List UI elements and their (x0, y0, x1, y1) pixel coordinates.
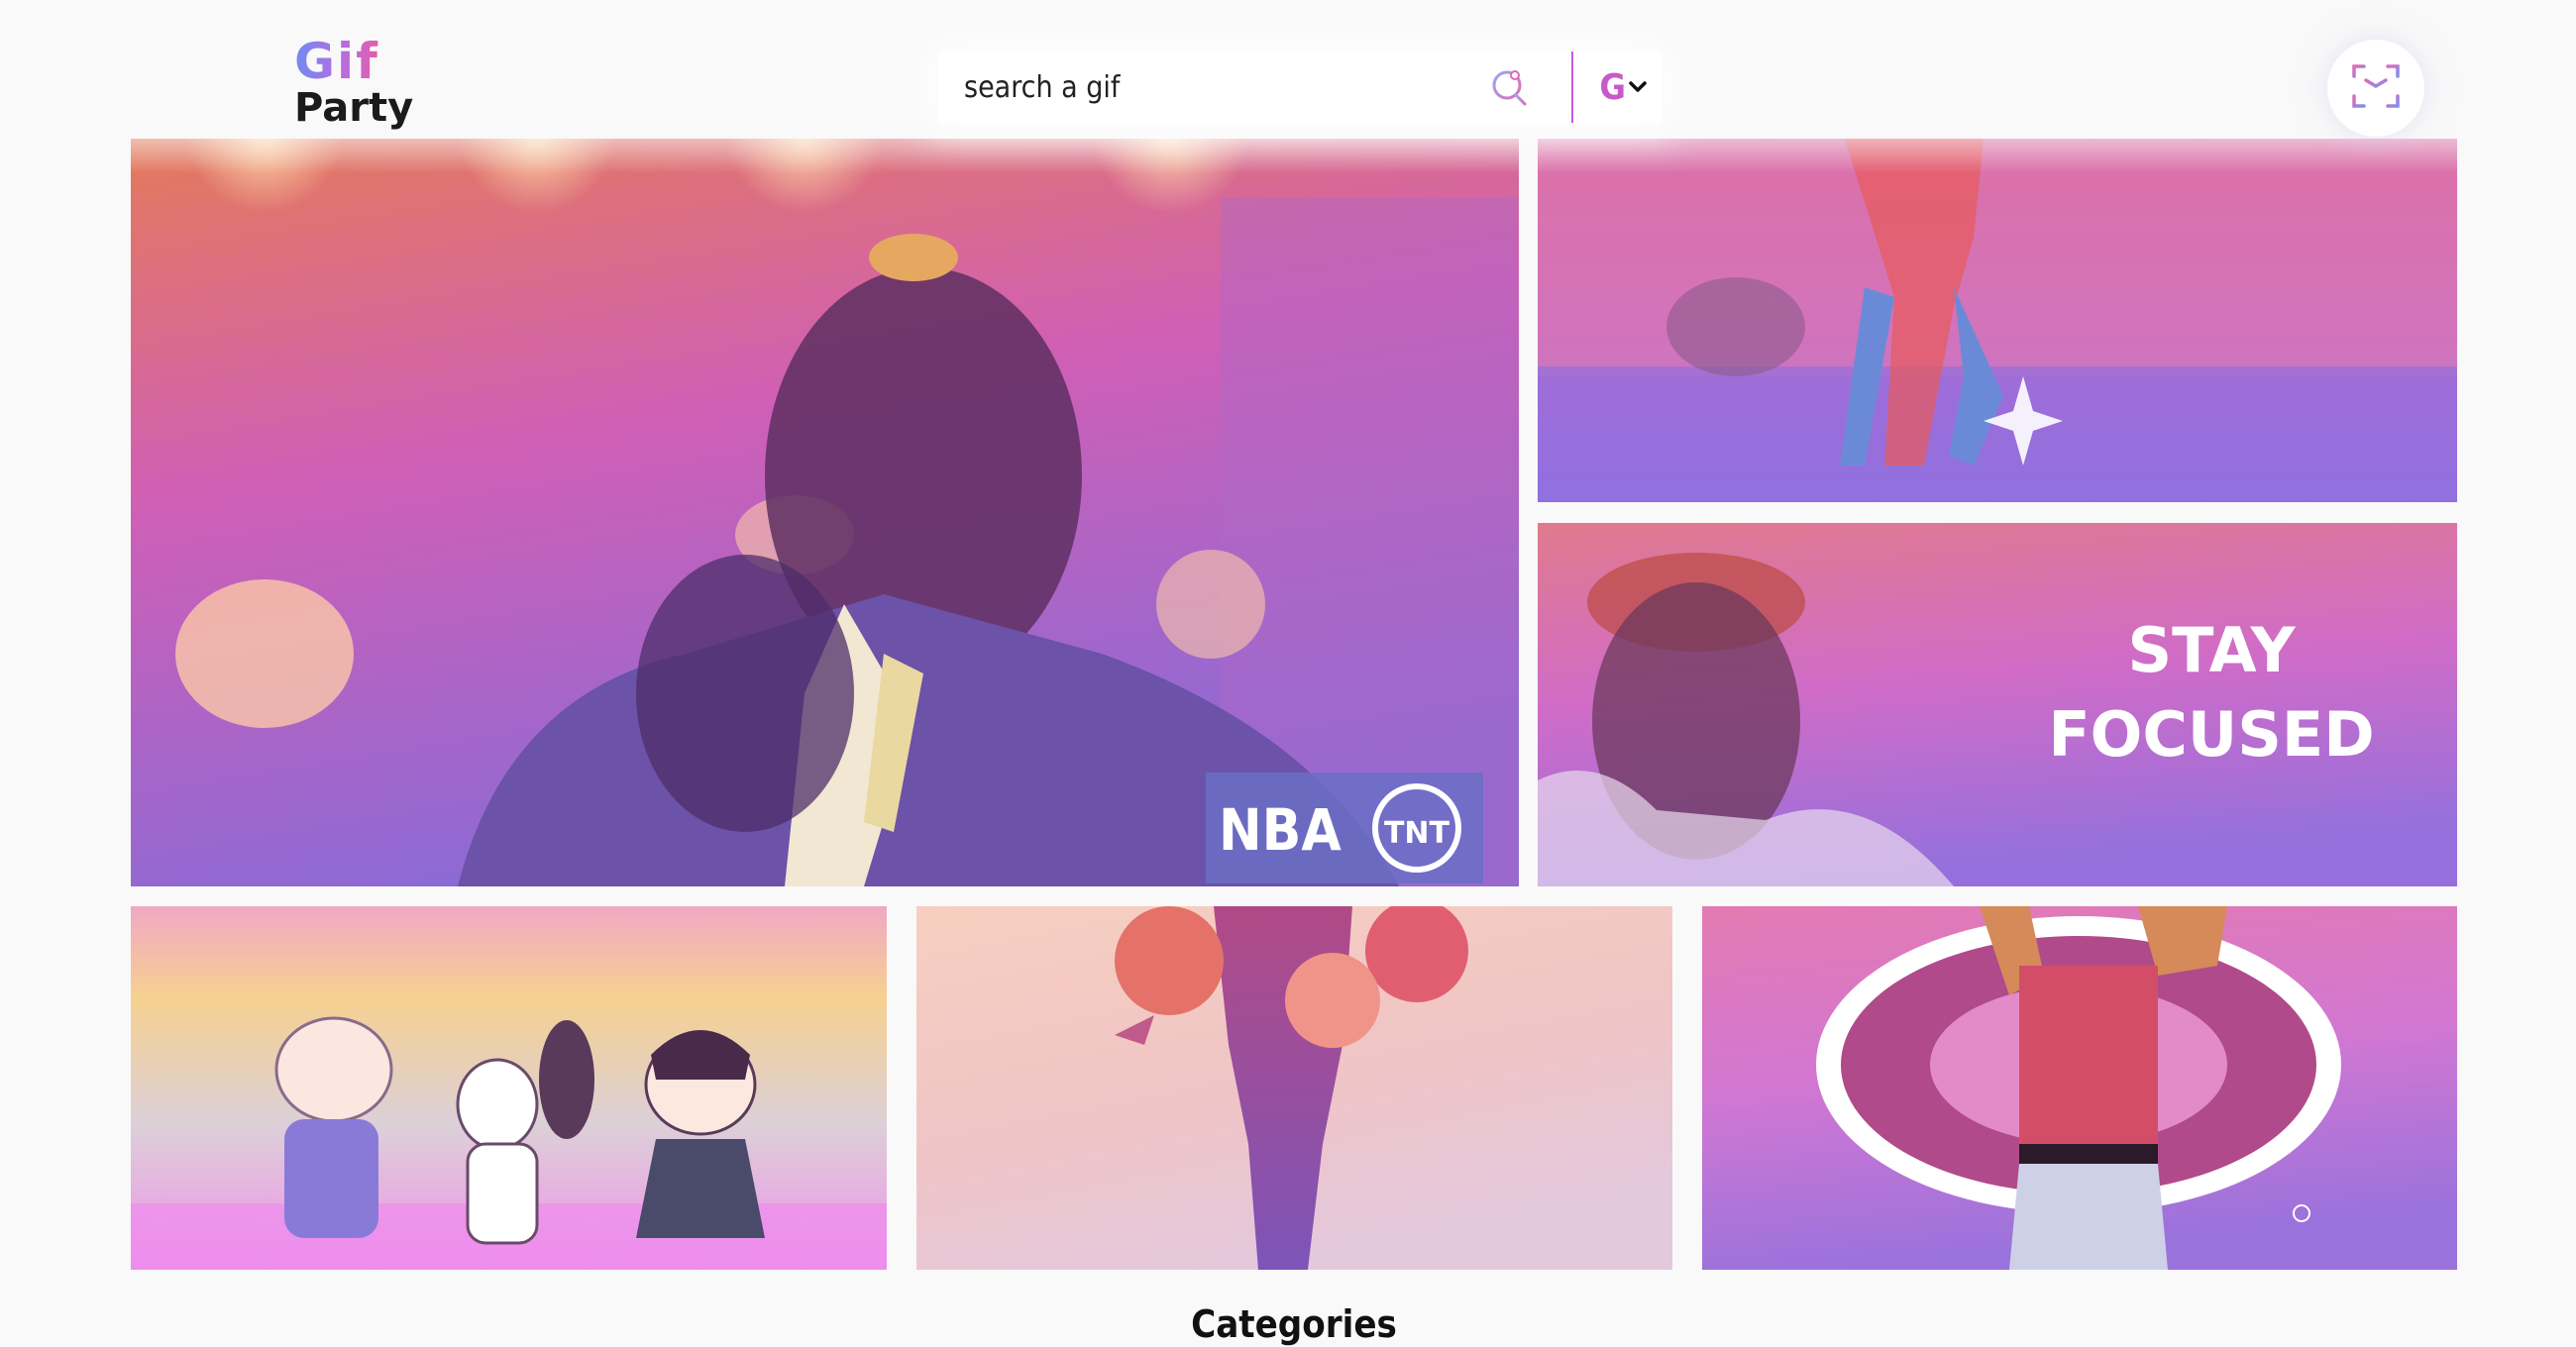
nba-badge: NBA (1219, 796, 1342, 864)
gif-tile-stage-dancer[interactable] (1538, 139, 2457, 502)
gif-tile-peanuts[interactable] (131, 906, 887, 1270)
gif-tile-stay-focused[interactable]: STAY FOCUSED (1538, 523, 2457, 886)
gif-caption-line1: STAY (2127, 614, 2296, 686)
gif-party-logo[interactable]: Gif Party (294, 34, 413, 133)
gif-image-shaq: NBA TNT (131, 139, 1519, 886)
chevron-down-icon (1626, 75, 1650, 99)
gif-image-stay-focused: STAY FOCUSED (1538, 523, 2457, 886)
gif-caption-line2: FOCUSED (2048, 698, 2374, 771)
gif-image-georgia-mascot (1702, 906, 2457, 1270)
categories-heading: Categories (1191, 1302, 1397, 1346)
sparkle-frame-icon (2348, 58, 2404, 118)
gif-tile-georgia-mascot[interactable] (1702, 906, 2457, 1270)
tnt-badge: TNT (1384, 816, 1450, 851)
gif-image-balloons (916, 906, 1672, 1270)
search-bar: G (938, 52, 1662, 123)
gif-tile-balloons[interactable] (916, 906, 1672, 1270)
gif-tile-shaq[interactable]: NBA TNT (131, 139, 1519, 886)
search-input[interactable] (938, 52, 1483, 123)
rating-select[interactable]: G (1573, 52, 1662, 123)
logo-line-party: Party (294, 85, 414, 131)
search-icon[interactable] (1487, 61, 1534, 113)
gif-image-peanuts (131, 906, 887, 1270)
favorites-button[interactable] (2327, 40, 2424, 137)
logo-line-gif: Gif (294, 33, 379, 90)
gif-image-stage-dancer (1538, 139, 2457, 502)
rating-value: G (1599, 66, 1626, 108)
